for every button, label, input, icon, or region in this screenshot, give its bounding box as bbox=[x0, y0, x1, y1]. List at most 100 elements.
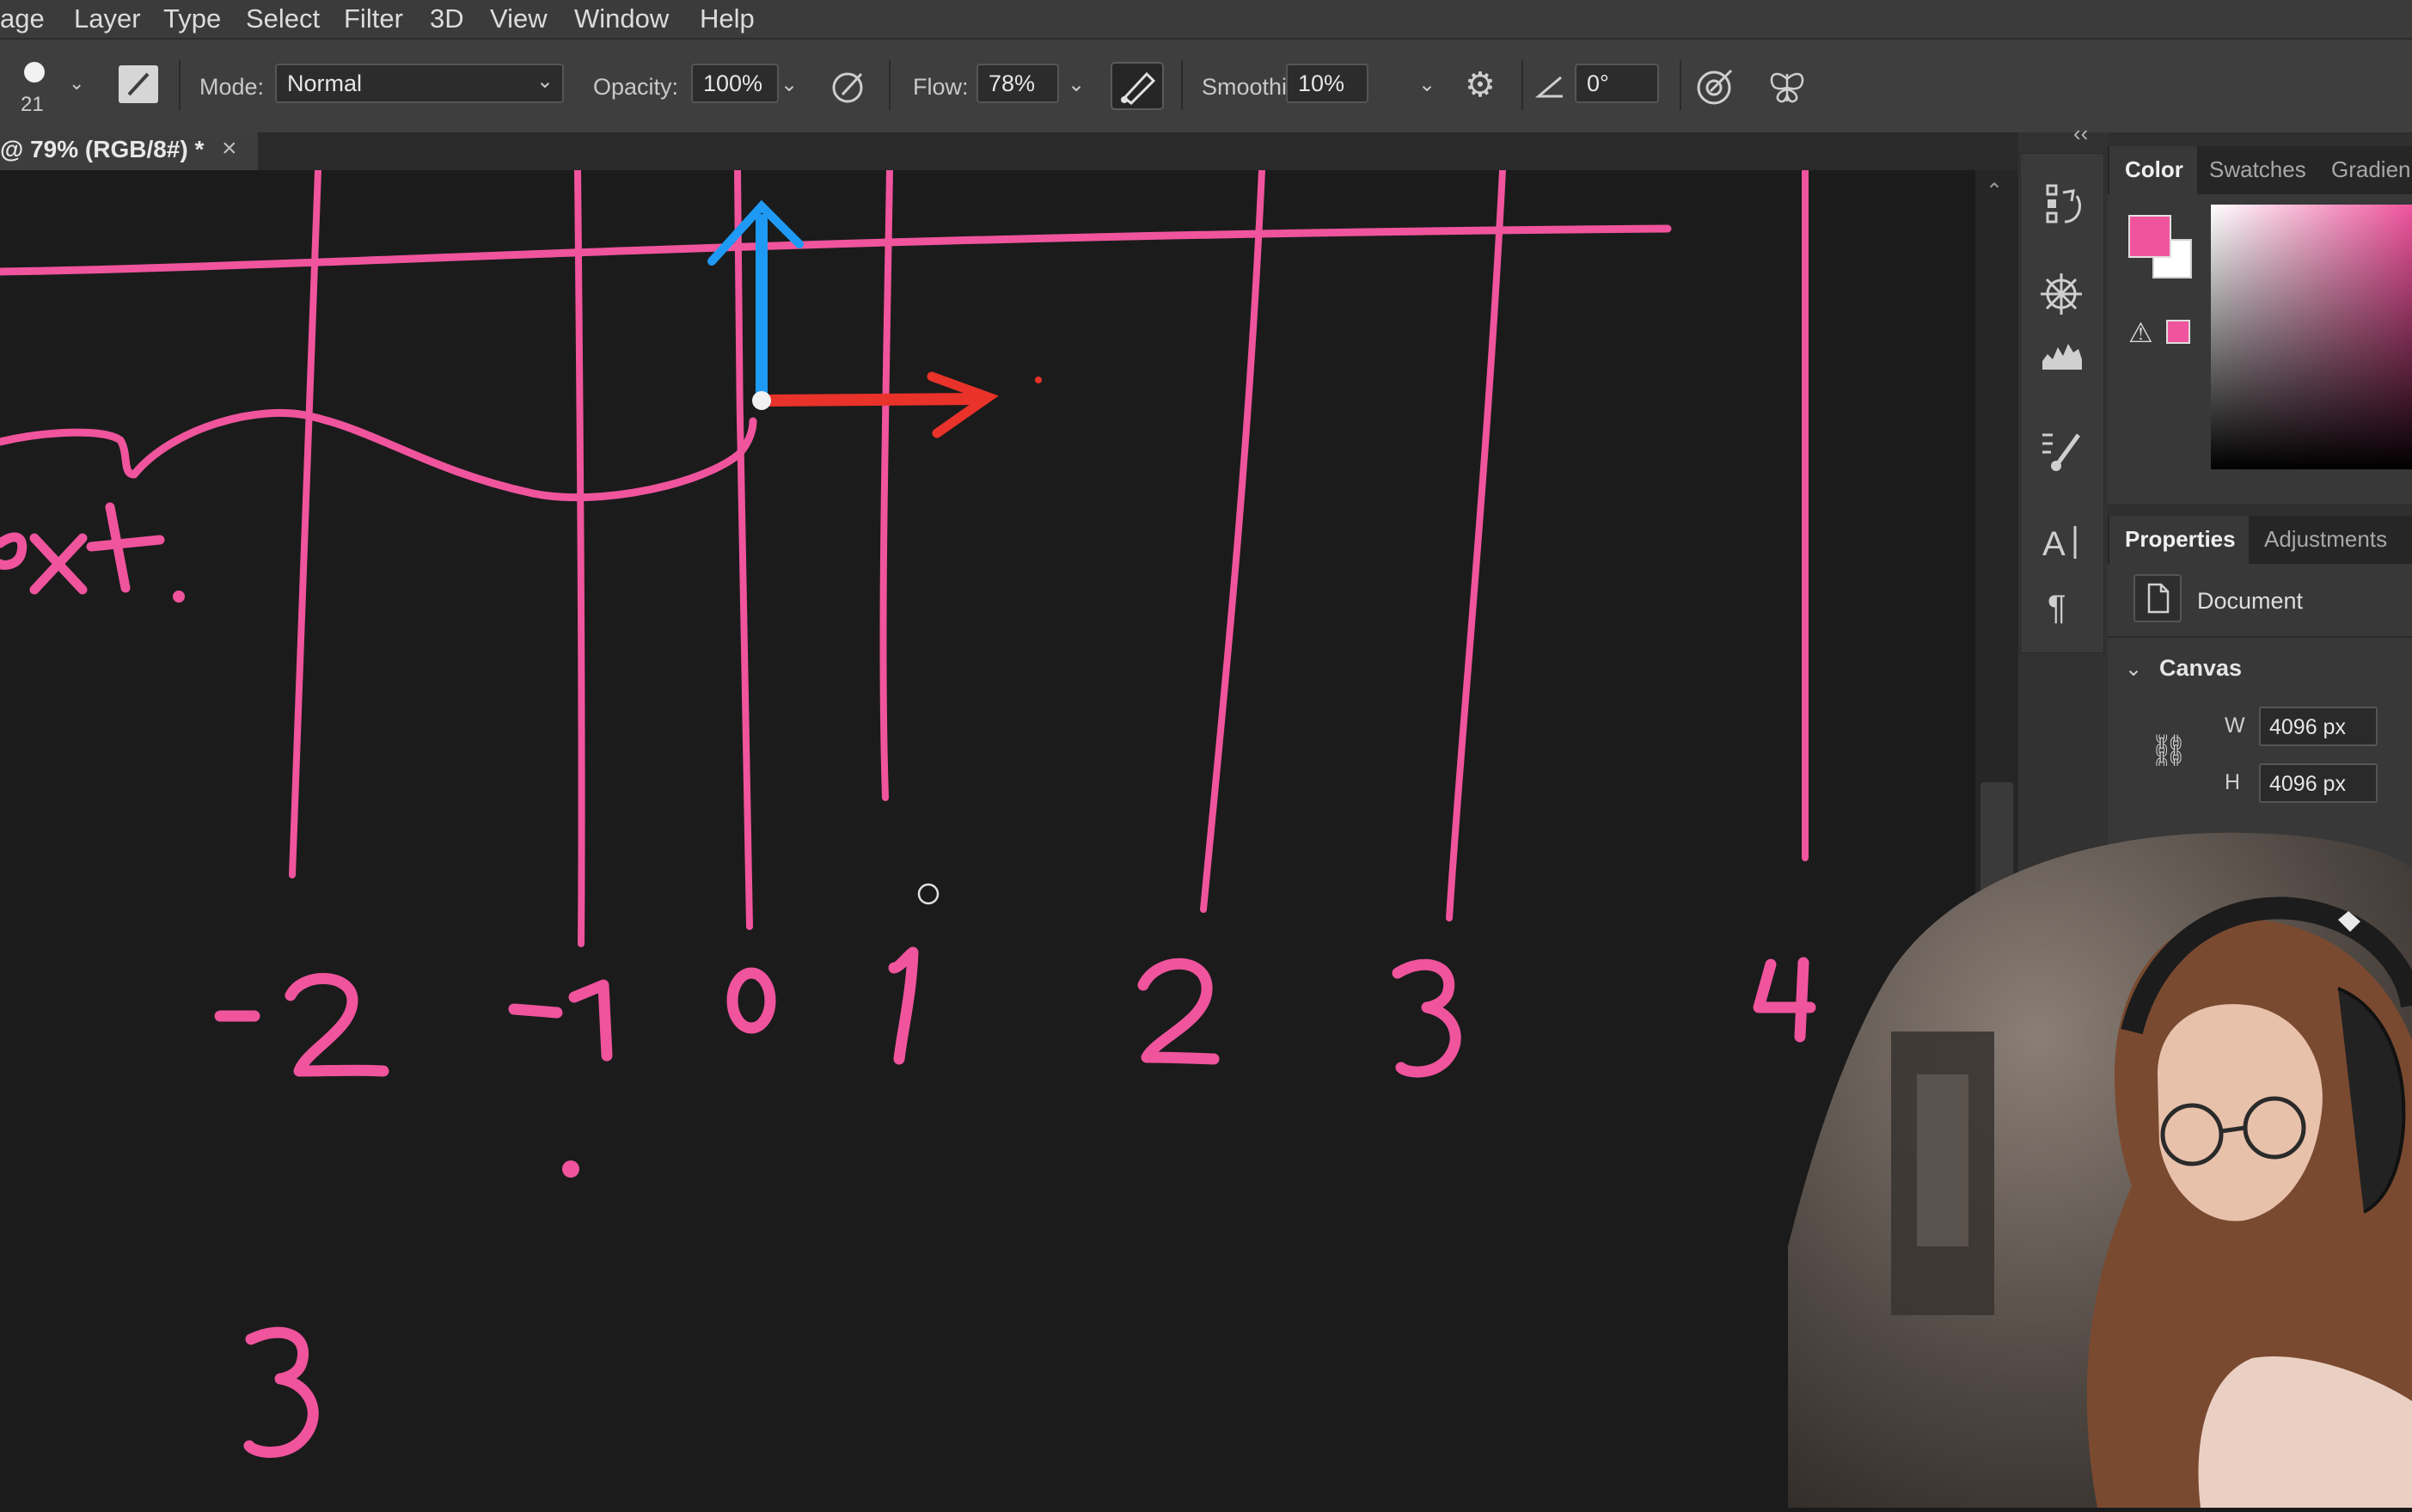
close-tab-icon[interactable]: × bbox=[222, 134, 237, 163]
webcam-overlay bbox=[1788, 817, 2412, 1508]
separator bbox=[1680, 60, 1681, 110]
separator bbox=[1521, 60, 1523, 110]
menu-window[interactable]: Window bbox=[574, 3, 669, 34]
x-axis-arrow bbox=[756, 371, 999, 438]
canvas-area[interactable] bbox=[0, 170, 1975, 1508]
height-label: H bbox=[2225, 770, 2241, 794]
opacity-chevron-icon[interactable]: ⌄ bbox=[774, 69, 805, 101]
smoothing-input[interactable]: 10% bbox=[1286, 64, 1368, 103]
drawn-vertical-line bbox=[289, 170, 321, 878]
origin-point bbox=[752, 391, 771, 410]
paragraph-icon[interactable]: ¶ bbox=[2036, 578, 2087, 629]
brush-settings-icon[interactable] bbox=[119, 65, 158, 103]
height-input[interactable]: 4096 px bbox=[2259, 763, 2378, 803]
number-minus-2 bbox=[214, 973, 389, 1077]
separator bbox=[1181, 60, 1183, 110]
color-picker-field[interactable] bbox=[2211, 205, 2412, 469]
brush-picker-chevron-icon[interactable]: ⌄ bbox=[69, 72, 84, 95]
histogram-icon[interactable] bbox=[2036, 330, 2087, 382]
number-3-bottom bbox=[243, 1326, 319, 1458]
navigator-icon[interactable] bbox=[2036, 268, 2087, 320]
angle-icon bbox=[1534, 72, 1564, 100]
scroll-up-icon[interactable]: ⌃ bbox=[1986, 179, 2003, 204]
brush-preview-icon[interactable] bbox=[24, 62, 45, 83]
angle-value: 0° bbox=[1587, 70, 1609, 96]
mode-select[interactable]: Normal ⌄ bbox=[275, 64, 564, 103]
chevron-down-icon[interactable]: ⌄ bbox=[2125, 657, 2142, 682]
width-value: 4096 px bbox=[2269, 715, 2346, 739]
gear-icon[interactable]: ⚙ bbox=[1465, 65, 1496, 105]
menu-3d[interactable]: 3D bbox=[430, 3, 464, 34]
menu-type[interactable]: Type bbox=[163, 3, 221, 34]
drawn-horizontal-line bbox=[0, 224, 1672, 276]
number-2 bbox=[1137, 958, 1220, 1065]
angle-input[interactable]: 0° bbox=[1575, 64, 1659, 103]
flow-label: Flow: bbox=[913, 74, 969, 100]
pressure-opacity-icon[interactable] bbox=[830, 69, 866, 105]
drawn-vertical-line bbox=[879, 170, 893, 801]
symmetry-butterfly-icon[interactable] bbox=[1767, 67, 1807, 107]
menu-select[interactable]: Select bbox=[246, 3, 320, 34]
flow-input[interactable]: 78% bbox=[976, 64, 1059, 103]
tab-gradients[interactable]: Gradien bbox=[2331, 156, 2411, 183]
brush-size: 21 bbox=[21, 93, 44, 116]
tab-swatches[interactable]: Swatches bbox=[2209, 156, 2306, 183]
menu-layer[interactable]: Layer bbox=[74, 3, 141, 34]
history-icon[interactable] bbox=[2036, 177, 2087, 229]
canvas-drawing[interactable] bbox=[0, 170, 1975, 1508]
drawn-text-dot bbox=[173, 591, 185, 603]
link-icon[interactable]: ⛓ bbox=[2149, 732, 2189, 768]
airbrush-icon[interactable] bbox=[1111, 62, 1164, 110]
smoothing-chevron-icon[interactable]: ⌄ bbox=[1411, 69, 1442, 101]
smoothing-value: 10% bbox=[1298, 70, 1345, 96]
number-3-top bbox=[1392, 958, 1461, 1078]
separator bbox=[889, 60, 891, 110]
stray-dot bbox=[1035, 376, 1042, 383]
svg-text:¶: ¶ bbox=[2048, 589, 2066, 627]
y-axis-arrow bbox=[707, 199, 804, 407]
divider bbox=[2108, 636, 2412, 638]
opacity-label: Opacity: bbox=[593, 74, 679, 100]
separator bbox=[179, 60, 181, 110]
gamut-warning-icon[interactable]: ⚠ bbox=[2128, 316, 2153, 349]
mode-value: Normal bbox=[287, 70, 363, 96]
pressure-size-icon[interactable] bbox=[1695, 67, 1735, 107]
character-icon[interactable]: A bbox=[2036, 516, 2087, 567]
number-minus-1 bbox=[508, 979, 613, 1062]
gamut-color-swatch[interactable] bbox=[2166, 320, 2190, 344]
canvas-section-title[interactable]: Canvas bbox=[2159, 655, 2242, 682]
flow-chevron-icon[interactable]: ⌄ bbox=[1061, 69, 1092, 101]
opacity-input[interactable]: 100% bbox=[691, 64, 779, 103]
mode-label: Mode: bbox=[199, 74, 265, 100]
tab-adjustments[interactable]: Adjustments bbox=[2264, 526, 2387, 553]
opacity-value: 100% bbox=[703, 70, 763, 96]
drawn-vertical-line bbox=[574, 170, 585, 947]
height-value: 4096 px bbox=[2269, 772, 2346, 796]
document-label: Document bbox=[2197, 588, 2304, 614]
tab-properties[interactable]: Properties bbox=[2125, 526, 2236, 553]
drawn-text-ext bbox=[0, 502, 165, 595]
menu-help[interactable]: Help bbox=[700, 3, 755, 34]
document-tab-title[interactable]: @ 79% (RGB/8#) * bbox=[0, 136, 204, 163]
foreground-color-swatch[interactable] bbox=[2128, 215, 2171, 258]
number-1 bbox=[888, 946, 919, 1065]
menu-bar: age Layer Type Select Filter 3D View Win… bbox=[0, 0, 2412, 38]
flow-value: 78% bbox=[989, 70, 1036, 96]
drawn-dot bbox=[562, 1160, 579, 1178]
drawn-curly-brace bbox=[0, 408, 757, 502]
tab-color[interactable]: Color bbox=[2125, 156, 2183, 183]
width-input[interactable]: 4096 px bbox=[2259, 707, 2378, 746]
brush-settings-panel-icon[interactable] bbox=[2036, 425, 2087, 476]
drawn-vertical-line bbox=[734, 170, 753, 930]
document-icon bbox=[2133, 574, 2182, 622]
drawn-vertical-line bbox=[1800, 170, 1809, 861]
drawn-vertical-line bbox=[1446, 170, 1506, 921]
collapse-panels-icon[interactable]: ‹‹ bbox=[2073, 120, 2088, 147]
menu-view[interactable]: View bbox=[490, 3, 548, 34]
svg-text:A: A bbox=[2042, 525, 2066, 563]
number-0 bbox=[726, 967, 776, 1034]
width-label: W bbox=[2225, 713, 2245, 738]
chevron-down-icon: ⌄ bbox=[536, 70, 554, 93]
menu-image[interactable]: age bbox=[0, 3, 45, 34]
menu-filter[interactable]: Filter bbox=[344, 3, 403, 34]
